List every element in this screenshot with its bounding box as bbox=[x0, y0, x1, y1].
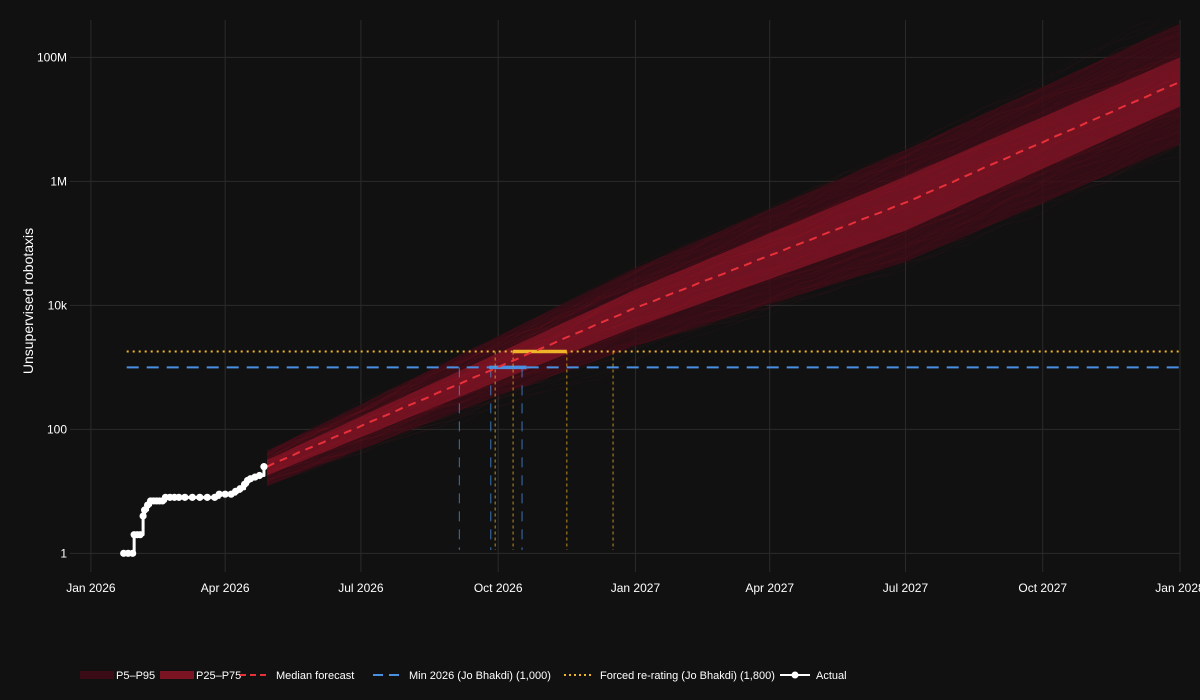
legend-label: Median forecast bbox=[276, 670, 354, 682]
actual-point bbox=[203, 493, 211, 501]
legend-item: Min 2026 (Jo Bhakdi) (1,000) bbox=[373, 670, 551, 682]
legend-label: Actual bbox=[816, 670, 847, 682]
y-tick-label: 100M bbox=[37, 50, 67, 64]
actual-point bbox=[260, 463, 268, 471]
y-tick-label: 1 bbox=[60, 546, 67, 560]
actual-point bbox=[255, 471, 264, 480]
legend-swatch bbox=[80, 671, 114, 679]
legend-item: P25–P75 bbox=[160, 670, 241, 682]
y-tick-label: 10k bbox=[48, 298, 68, 312]
x-tick-label: Jan 2027 bbox=[611, 581, 661, 595]
x-tick-label: Jan 2026 bbox=[66, 581, 116, 595]
y-tick-label: 1M bbox=[50, 174, 67, 188]
x-tick-label: Jul 2027 bbox=[883, 581, 929, 595]
x-tick-label: Jul 2026 bbox=[338, 581, 384, 595]
actual-point bbox=[139, 512, 147, 520]
legend-marker bbox=[791, 671, 799, 679]
legend-label: Forced re-rating (Jo Bhakdi) (1,800) bbox=[600, 670, 775, 682]
actual-point bbox=[196, 493, 204, 501]
forecast-chart: Jan 2026 Apr 2026 Jul 2026 Oct 2026 Jan 2027… bbox=[20, 20, 1200, 682]
x-tick-labels: Jan 2026 Apr 2026 Jul 2026 Oct 2026 Jan 2027… bbox=[66, 581, 1200, 595]
x-tick-label: Apr 2027 bbox=[745, 581, 794, 595]
legend-item: Actual bbox=[780, 670, 847, 682]
actual-point bbox=[181, 493, 189, 501]
actual-point bbox=[129, 549, 137, 557]
y-axis-label: Unsupervised robotaxis bbox=[20, 228, 36, 374]
legend-label: P25–P75 bbox=[196, 670, 241, 682]
legend-item: P5–P95 bbox=[80, 670, 155, 682]
legend-label: Min 2026 (Jo Bhakdi) (1,000) bbox=[409, 670, 551, 682]
y-tick-labels: 1 100 10k 1M 100M bbox=[37, 50, 68, 560]
x-tick-label: Oct 2026 bbox=[474, 581, 523, 595]
legend-item: Median forecast bbox=[240, 670, 354, 682]
x-tick-label: Jan 2028 bbox=[1155, 581, 1200, 595]
actual-point bbox=[188, 493, 196, 501]
legend-label: P5–P95 bbox=[116, 670, 155, 682]
legend-swatch bbox=[160, 671, 194, 679]
x-tick-label: Oct 2027 bbox=[1018, 581, 1067, 595]
actual-point bbox=[136, 531, 144, 539]
x-tick-label: Apr 2026 bbox=[201, 581, 250, 595]
legend: P5–P95 P25–P75 Median forecast Min 2026 (Jo… bbox=[80, 670, 847, 682]
legend-item: Forced re-rating (Jo Bhakdi) (1,800) bbox=[564, 670, 775, 682]
y-tick-label: 100 bbox=[47, 422, 67, 436]
